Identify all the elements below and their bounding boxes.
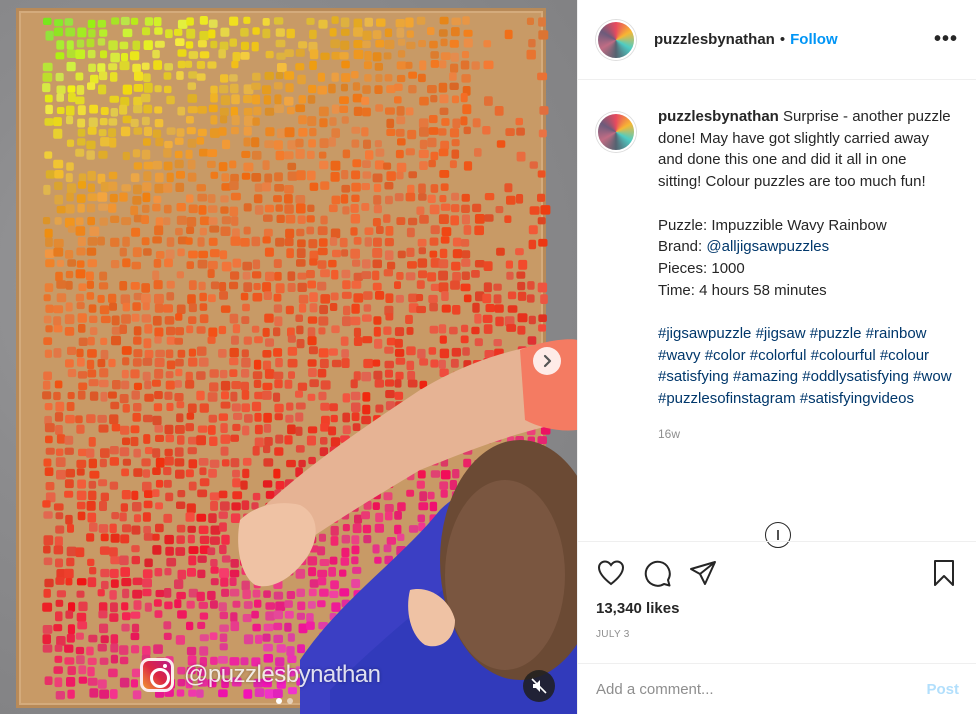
hashtag-link[interactable]: #satisfying (658, 368, 729, 385)
header-username[interactable]: puzzlesbynathan (654, 31, 775, 48)
hashtag-link[interactable]: #amazing (733, 368, 798, 385)
caption-pieces: Pieces: 1000 (658, 259, 745, 277)
post-actions: 13,340 likes JULY 3 (578, 541, 976, 640)
watermark-text: @puzzlesbynathan (184, 661, 381, 688)
hashtag-link[interactable]: #color (705, 347, 746, 364)
chevron-right-icon (543, 354, 552, 368)
avatar[interactable] (596, 19, 636, 60)
mute-button[interactable] (523, 670, 555, 702)
hashtag-link[interactable]: #colourful (811, 347, 876, 364)
hands-and-person (238, 339, 577, 714)
caption-time: Time: 4 hours 58 minutes (658, 281, 827, 299)
carousel-next-button[interactable] (533, 347, 561, 375)
comment-icon[interactable] (642, 558, 672, 588)
caption-username[interactable]: puzzlesbynathan (658, 108, 779, 125)
carousel-dot (276, 698, 282, 704)
hashtag-link[interactable]: #colour (880, 347, 929, 364)
heart-icon[interactable] (596, 558, 626, 588)
post-sidebar: puzzlesbynathan • Follow ••• puzzlesbyna… (577, 0, 976, 714)
hashtag-link[interactable]: #rainbow (866, 325, 927, 342)
caption-puzzle: Puzzle: Impuzzible Wavy Rainbow (658, 216, 887, 234)
post-header: puzzlesbynathan • Follow ••• (578, 0, 976, 80)
action-icons (596, 542, 959, 600)
post-date: JULY 3 (596, 629, 630, 640)
hashtag-list: #jigsawpuzzle #jigsaw #puzzle #rainbow #… (658, 323, 954, 410)
more-options-icon[interactable]: ••• (934, 28, 958, 51)
caption-avatar[interactable] (596, 112, 636, 152)
follow-button[interactable]: Follow (790, 31, 838, 48)
caption: puzzlesbynathan Surprise - another puzzl… (596, 106, 958, 526)
caption-brand-prefix: Brand: (658, 238, 707, 256)
send-icon[interactable] (688, 558, 718, 588)
caption-body: puzzlesbynathan Surprise - another puzzl… (658, 106, 954, 526)
post-comment-button[interactable]: Post (926, 681, 959, 698)
hashtag-link[interactable]: #wavy (658, 347, 701, 364)
caption-brand: Brand: @alljigsawpuzzles (658, 236, 954, 258)
comment-box: Post (578, 663, 976, 714)
hashtag-link[interactable]: #puzzle (810, 325, 862, 342)
post-media[interactable]: @puzzlesbynathan (0, 0, 577, 714)
carousel-indicator (276, 698, 293, 704)
likes-count[interactable]: 13,340 likes (596, 600, 959, 617)
hashtag-link[interactable]: #colorful (750, 347, 807, 364)
hashtag-link[interactable]: #oddlysatisfying (802, 368, 909, 385)
hashtag-link[interactable]: #jigsaw (756, 325, 806, 342)
muted-speaker-icon (531, 678, 547, 694)
hashtag-link[interactable]: #wow (913, 368, 951, 385)
watermark: @puzzlesbynathan (140, 658, 381, 692)
bookmark-icon[interactable] (929, 558, 959, 588)
carousel-dot (287, 698, 293, 704)
hashtag-link[interactable]: #jigsawpuzzle (658, 325, 751, 342)
caption-time-ago: 16w (658, 426, 681, 441)
instagram-logo-icon (140, 658, 174, 692)
hashtag-link[interactable]: #puzzlesofinstagram (658, 390, 796, 407)
header-separator: • (779, 31, 786, 48)
brand-mention-link[interactable]: @alljigsawpuzzles (706, 238, 829, 255)
hashtag-link[interactable]: #satisfyingvideos (800, 390, 914, 407)
plus-icon (777, 530, 779, 540)
comment-input[interactable] (596, 680, 927, 698)
